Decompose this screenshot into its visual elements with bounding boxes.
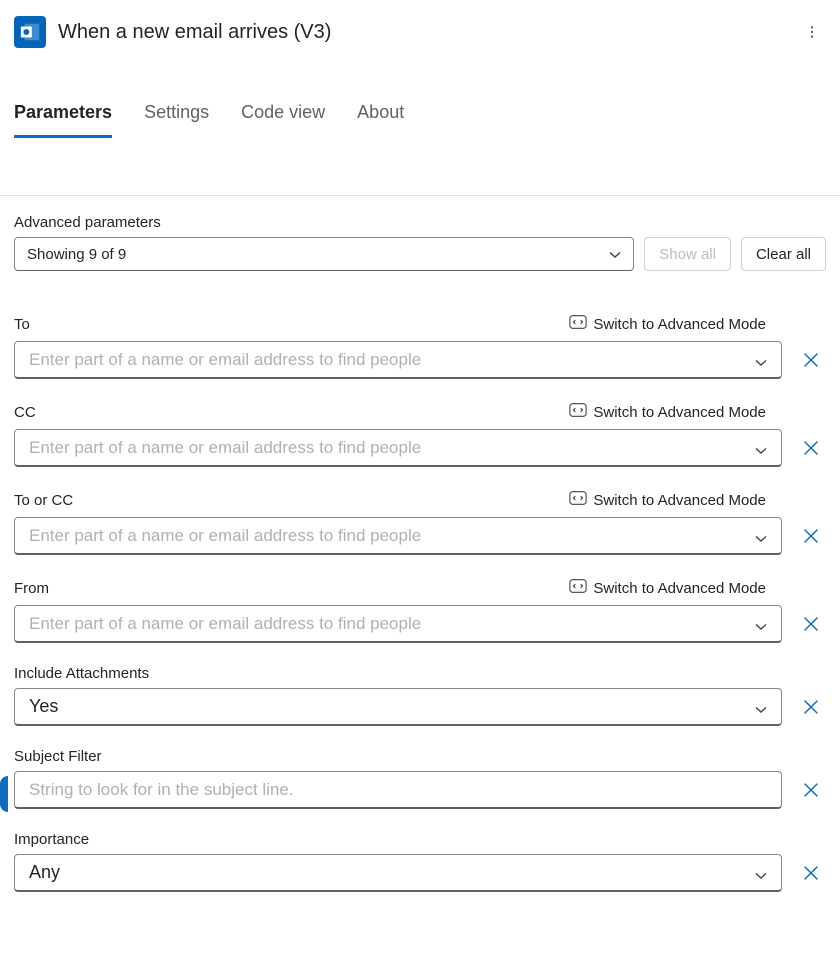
include-attachments-value: Yes	[29, 696, 58, 717]
code-icon	[569, 489, 587, 511]
switch-advanced-mode-toorcc[interactable]: Switch to Advanced Mode	[569, 489, 766, 511]
advanced-parameters-dropdown[interactable]: Showing 9 of 9	[14, 237, 634, 271]
advanced-parameters-label: Advanced parameters	[14, 214, 826, 231]
clear-all-button[interactable]: Clear all	[741, 237, 826, 271]
cc-input[interactable]	[14, 429, 782, 467]
param-to-or-cc: To or CC Switch to Advanced Mode	[0, 489, 840, 555]
switch-advanced-mode-label: Switch to Advanced Mode	[593, 316, 766, 333]
chevron-down-icon	[755, 530, 767, 542]
importance-select[interactable]: Any	[14, 854, 782, 892]
chevron-down-icon	[755, 442, 767, 454]
switch-advanced-mode-cc[interactable]: Switch to Advanced Mode	[569, 401, 766, 423]
switch-advanced-mode-label: Switch to Advanced Mode	[593, 492, 766, 509]
tab-settings[interactable]: Settings	[144, 102, 209, 138]
param-to-or-cc-label: To or CC	[14, 492, 73, 509]
param-include-attachments: Include Attachments Yes	[0, 665, 840, 726]
param-subject-filter: Subject Filter	[0, 748, 840, 809]
from-input-field[interactable]	[29, 614, 755, 634]
chevron-down-icon	[755, 618, 767, 630]
param-cc: CC Switch to Advanced Mode	[0, 401, 840, 467]
remove-subject-filter-button[interactable]	[796, 775, 826, 805]
advanced-parameters-section: Advanced parameters Showing 9 of 9 Show …	[0, 196, 840, 291]
subject-filter-input[interactable]	[14, 771, 782, 809]
to-input[interactable]	[14, 341, 782, 379]
chevron-down-icon	[609, 248, 621, 260]
remove-cc-button[interactable]	[796, 433, 826, 463]
code-icon	[569, 313, 587, 335]
outlook-icon	[14, 16, 46, 48]
param-from: From Switch to Advanced Mode	[0, 577, 840, 643]
remove-from-button[interactable]	[796, 609, 826, 639]
param-from-label: From	[14, 580, 49, 597]
include-attachments-select[interactable]: Yes	[14, 688, 782, 726]
param-to: To Switch to Advanced Mode	[0, 313, 840, 379]
more-actions-button[interactable]	[798, 18, 826, 46]
param-importance: Importance Any	[0, 831, 840, 912]
switch-advanced-mode-to[interactable]: Switch to Advanced Mode	[569, 313, 766, 335]
importance-value: Any	[29, 862, 60, 883]
param-importance-label: Importance	[14, 831, 89, 848]
param-include-attachments-label: Include Attachments	[14, 665, 149, 682]
switch-advanced-mode-label: Switch to Advanced Mode	[593, 580, 766, 597]
show-all-button: Show all	[644, 237, 731, 271]
selection-indicator	[0, 776, 8, 812]
code-icon	[569, 577, 587, 599]
remove-to-button[interactable]	[796, 345, 826, 375]
to-input-field[interactable]	[29, 350, 755, 370]
to-or-cc-input[interactable]	[14, 517, 782, 555]
tab-code-view[interactable]: Code view	[241, 102, 325, 138]
chevron-down-icon	[755, 354, 767, 366]
remove-to-or-cc-button[interactable]	[796, 521, 826, 551]
code-icon	[569, 401, 587, 423]
chevron-down-icon	[755, 867, 767, 879]
param-subject-filter-label: Subject Filter	[14, 748, 102, 765]
card-header: When a new email arrives (V3)	[0, 0, 840, 60]
param-to-label: To	[14, 316, 30, 333]
chevron-down-icon	[755, 701, 767, 713]
advanced-parameters-value: Showing 9 of 9	[27, 246, 126, 263]
cc-input-field[interactable]	[29, 438, 755, 458]
param-cc-label: CC	[14, 404, 36, 421]
from-input[interactable]	[14, 605, 782, 643]
remove-include-attachments-button[interactable]	[796, 692, 826, 722]
tab-bar: Parameters Settings Code view About	[0, 60, 840, 139]
remove-importance-button[interactable]	[796, 858, 826, 888]
tab-parameters[interactable]: Parameters	[14, 102, 112, 138]
to-or-cc-input-field[interactable]	[29, 526, 755, 546]
subject-filter-field[interactable]	[29, 780, 767, 800]
switch-advanced-mode-label: Switch to Advanced Mode	[593, 404, 766, 421]
switch-advanced-mode-from[interactable]: Switch to Advanced Mode	[569, 577, 766, 599]
tab-about[interactable]: About	[357, 102, 404, 138]
card-title: When a new email arrives (V3)	[58, 21, 798, 44]
